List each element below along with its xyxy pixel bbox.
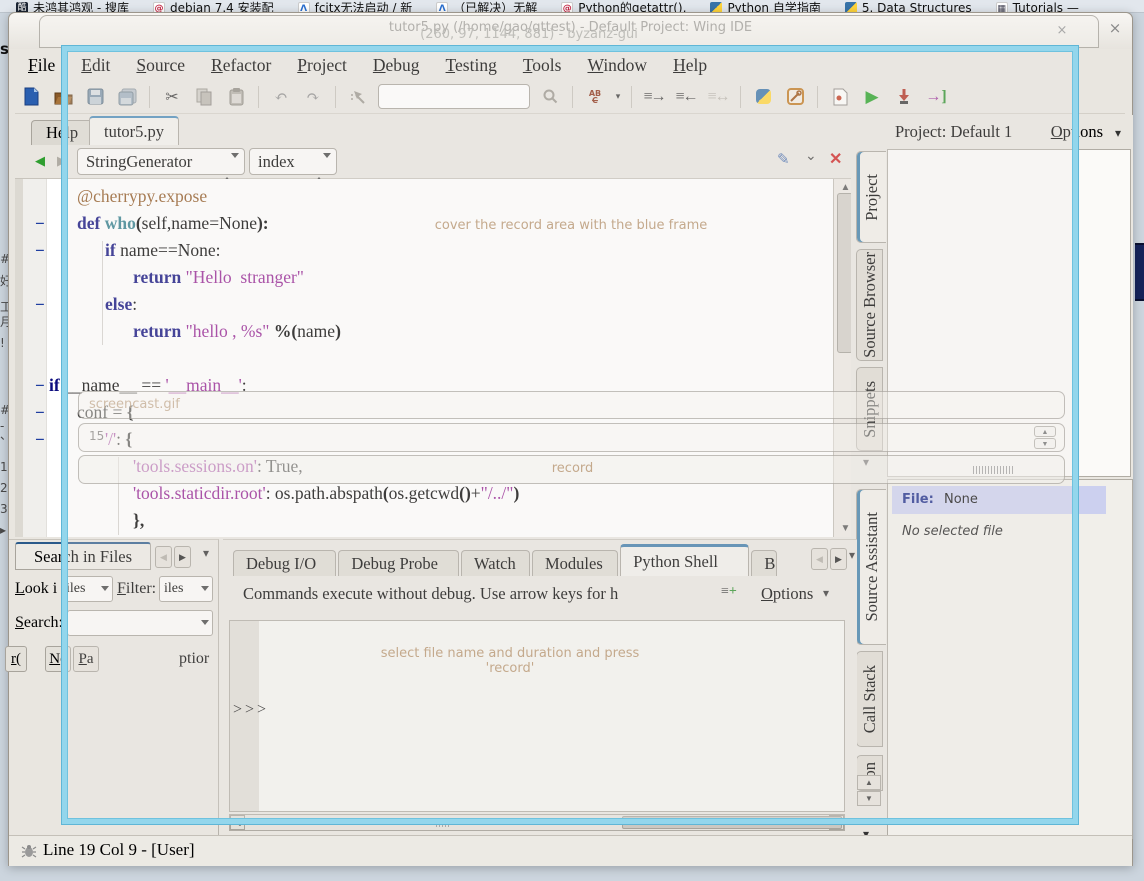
status-bar: Line 19 Col 9 - [User] [9,835,1132,866]
bug-icon[interactable] [21,843,37,864]
fold-margin: −−−−−− [23,179,47,537]
editor-edge [15,179,23,537]
search-button-0[interactable]: r( [5,646,27,672]
title-bar[interactable]: tutor5.py (/home/gao/qttest) - Default P… [9,13,1132,49]
byzanz-window-title: (260, 97, 1144, 881) - byzanz-gui [9,27,1049,42]
look-in-label: Look i [15,580,57,598]
search-label: Search: [15,614,63,632]
window-close-icon[interactable]: × [1107,19,1123,35]
new-file-icon[interactable] [17,85,45,109]
byzanz-close-icon[interactable]: × [1054,23,1070,39]
cursor-position: Line 19 Col 9 - [User] [43,840,195,860]
desktop: #好工月!#-、123▸ se 酷未鸿其鸿观 - 搜库@debian 7.4 安… [0,0,1144,881]
background-window-edge [1135,243,1144,301]
menu-file[interactable]: File [15,52,68,78]
nav-back-icon[interactable]: ◀ [35,153,45,169]
record-area-frame[interactable] [62,46,1078,824]
chevron-down-icon[interactable]: ▾ [1115,118,1121,148]
